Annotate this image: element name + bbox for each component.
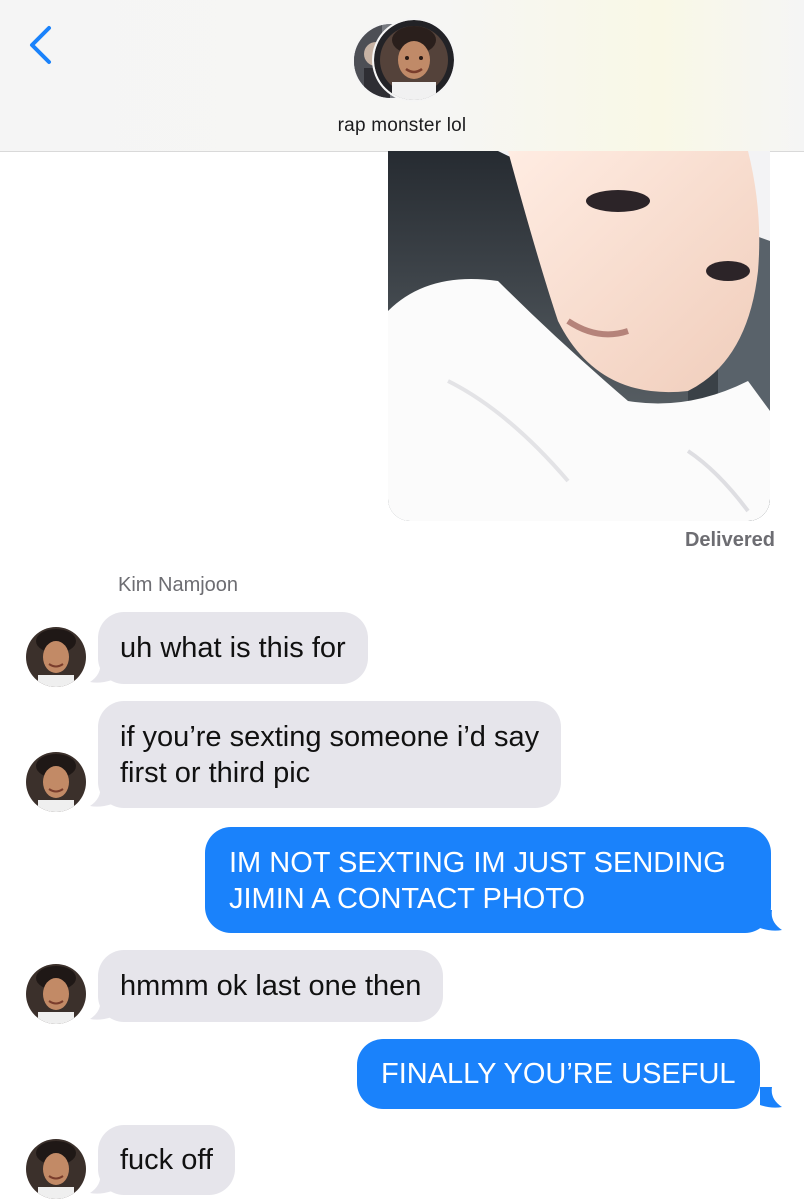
message-bubble-incoming[interactable]: if you’re sexting someone i’d say first …: [98, 701, 562, 808]
avatar[interactable]: [26, 752, 86, 812]
message-bubble-outgoing[interactable]: IM NOT SEXTING IM JUST SENDING JIMIN A C…: [205, 827, 771, 933]
conversation-header: rap monster lol: [0, 0, 804, 152]
bubble-tail: [760, 1087, 782, 1108]
message-text: FINALLY YOU’RE USEFUL: [381, 1058, 736, 1090]
chevron-left-icon: [30, 26, 51, 64]
message-bubble-incoming[interactable]: hmmm ok last one then: [98, 950, 444, 1022]
back-button[interactable]: [22, 20, 62, 70]
message-bubble-outgoing[interactable]: FINALLY YOU’RE USEFUL: [357, 1039, 760, 1109]
message-text: uh what is this for: [120, 632, 346, 664]
avatar: [372, 18, 456, 102]
delivered-status: Delivered: [684, 529, 775, 551]
message-text: fuck off: [120, 1144, 213, 1176]
message-text-line: first or third pic: [120, 757, 311, 789]
message-text-line: IM NOT SEXTING IM JUST SENDING: [229, 847, 726, 879]
image-attachment-icon: [388, 151, 770, 521]
contact-avatar-group[interactable]: [352, 18, 456, 102]
message-bubble-incoming[interactable]: uh what is this for: [98, 612, 368, 684]
message-text-line: if you’re sexting someone i’d say: [120, 721, 540, 753]
avatar[interactable]: [26, 627, 86, 687]
sent-photo[interactable]: [388, 151, 770, 521]
avatar[interactable]: [26, 1139, 86, 1199]
contact-name[interactable]: rap monster lol: [0, 115, 804, 137]
message-text: hmmm ok last one then: [120, 970, 422, 1002]
avatar[interactable]: [26, 964, 86, 1024]
message-text-line: JIMIN A CONTACT PHOTO: [229, 883, 586, 915]
message-bubble-incoming[interactable]: fuck off: [98, 1125, 235, 1195]
sender-name: Kim Namjoon: [118, 574, 239, 596]
